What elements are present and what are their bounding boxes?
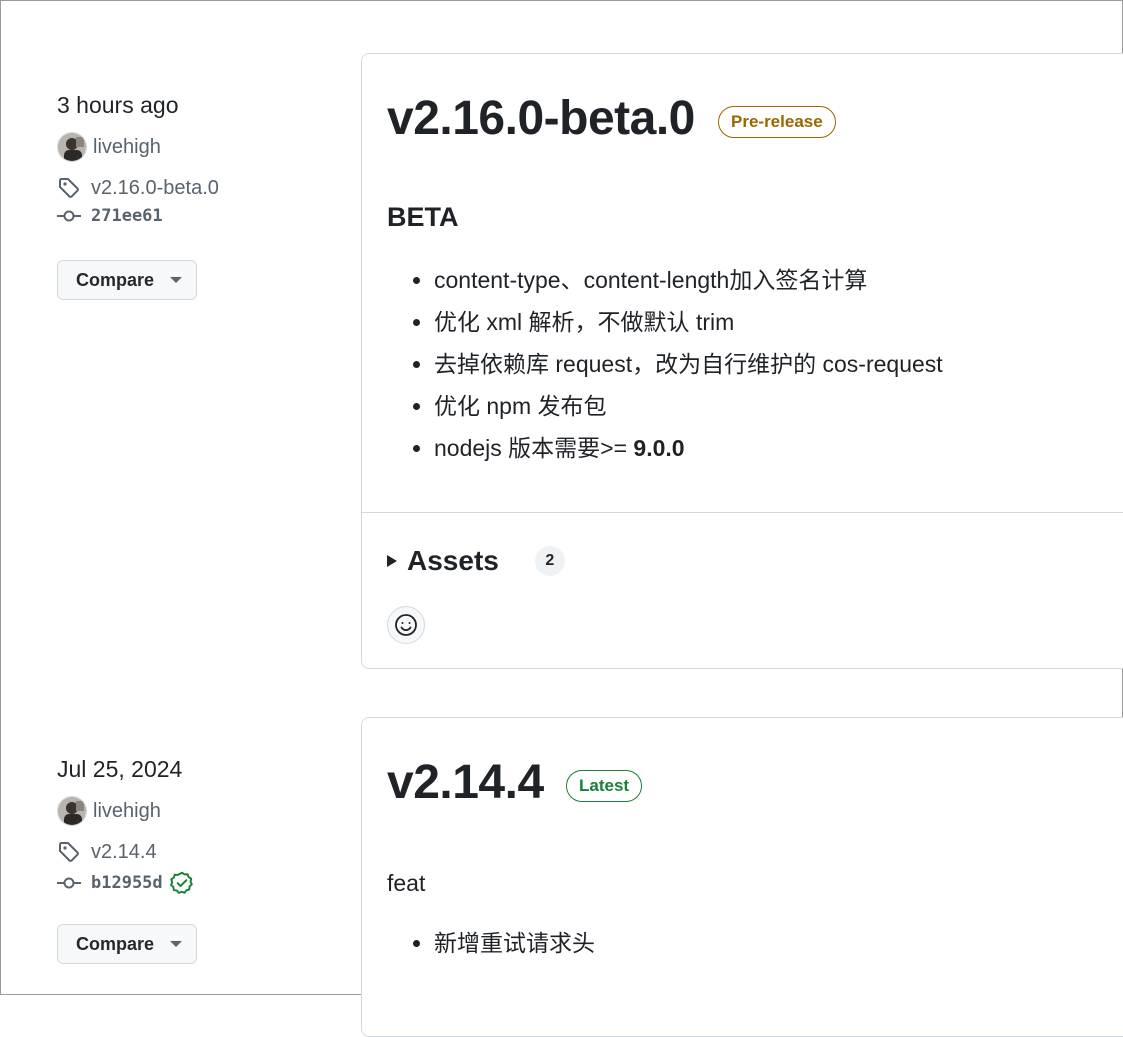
release-commit[interactable]: b12955d <box>57 870 307 896</box>
list-item-text: nodejs 版本需要>= <box>434 435 634 461</box>
release-commit[interactable]: 271ee61 <box>57 206 307 226</box>
assets-count: 2 <box>534 546 565 576</box>
assets-label: Assets <box>407 545 499 576</box>
commit-sha[interactable]: b12955d <box>91 873 163 893</box>
release-notes-heading: BETA <box>387 202 459 232</box>
compare-label: Compare <box>76 269 155 290</box>
tag-icon <box>59 178 79 198</box>
release-tag[interactable]: v2.14.4 <box>57 840 307 864</box>
release-sidebar-2: Jul 25, 2024 livehigh v2.14.4 b12955d <box>57 756 307 896</box>
list-item: 新增重试请求头 <box>434 922 595 964</box>
tag-label[interactable]: v2.14.4 <box>91 841 157 864</box>
git-commit-icon <box>57 210 81 222</box>
release-date[interactable]: Jul 25, 2024 <box>57 756 307 783</box>
compare-button[interactable]: Compare <box>57 924 197 964</box>
compare-button[interactable]: Compare <box>57 260 197 300</box>
compare-label: Compare <box>76 933 155 954</box>
smiley-icon <box>395 614 417 636</box>
author-name[interactable]: livehigh <box>93 136 161 159</box>
add-reaction-button[interactable] <box>387 606 425 644</box>
release-author[interactable]: livehigh <box>57 796 307 826</box>
avatar[interactable] <box>57 796 87 826</box>
release-notes-list: content-type、content-length加入签名计算 优化 xml… <box>387 259 943 469</box>
release-notes-list: 新增重试请求头 <box>387 922 595 964</box>
git-commit-icon <box>57 877 81 889</box>
release-date[interactable]: 3 hours ago <box>57 92 307 119</box>
disclosure-triangle-icon <box>387 555 397 567</box>
latest-badge: Latest <box>566 770 643 802</box>
release-tag[interactable]: v2.16.0-beta.0 <box>57 176 307 200</box>
list-item: 去掉依赖库 request，改为自行维护的 cos-request <box>434 343 943 385</box>
version-requirement: 9.0.0 <box>633 435 685 461</box>
avatar[interactable] <box>57 132 87 162</box>
tag-label[interactable]: v2.16.0-beta.0 <box>91 177 219 200</box>
list-item: nodejs 版本需要>= 9.0.0 <box>434 427 943 469</box>
divider <box>362 512 1123 513</box>
release-title[interactable]: v2.14.4 <box>387 755 544 810</box>
tag-icon <box>59 842 79 862</box>
release-sidebar-1: 3 hours ago livehigh v2.16.0-beta.0 271e… <box>57 92 307 226</box>
commit-sha[interactable]: 271ee61 <box>91 206 163 226</box>
list-item: content-type、content-length加入签名计算 <box>434 259 943 301</box>
release-author[interactable]: livehigh <box>57 132 307 162</box>
author-name[interactable]: livehigh <box>93 800 161 823</box>
list-item: 优化 xml 解析，不做默认 trim <box>434 301 943 343</box>
assets-toggle[interactable]: Assets 2 <box>387 545 565 577</box>
prerelease-badge: Pre-release <box>718 106 836 138</box>
release-title[interactable]: v2.16.0-beta.0 <box>387 91 695 146</box>
list-item: 优化 npm 发布包 <box>434 385 943 427</box>
chevron-down-icon <box>170 941 183 947</box>
chevron-down-icon <box>170 277 183 283</box>
release-notes-intro: feat <box>387 870 426 896</box>
verified-check-icon[interactable] <box>169 870 195 896</box>
release-card-2: v2.14.4 Latest feat 新增重试请求头 <box>361 717 1123 1037</box>
release-card-1: v2.16.0-beta.0 Pre-release BETA content-… <box>361 53 1123 669</box>
